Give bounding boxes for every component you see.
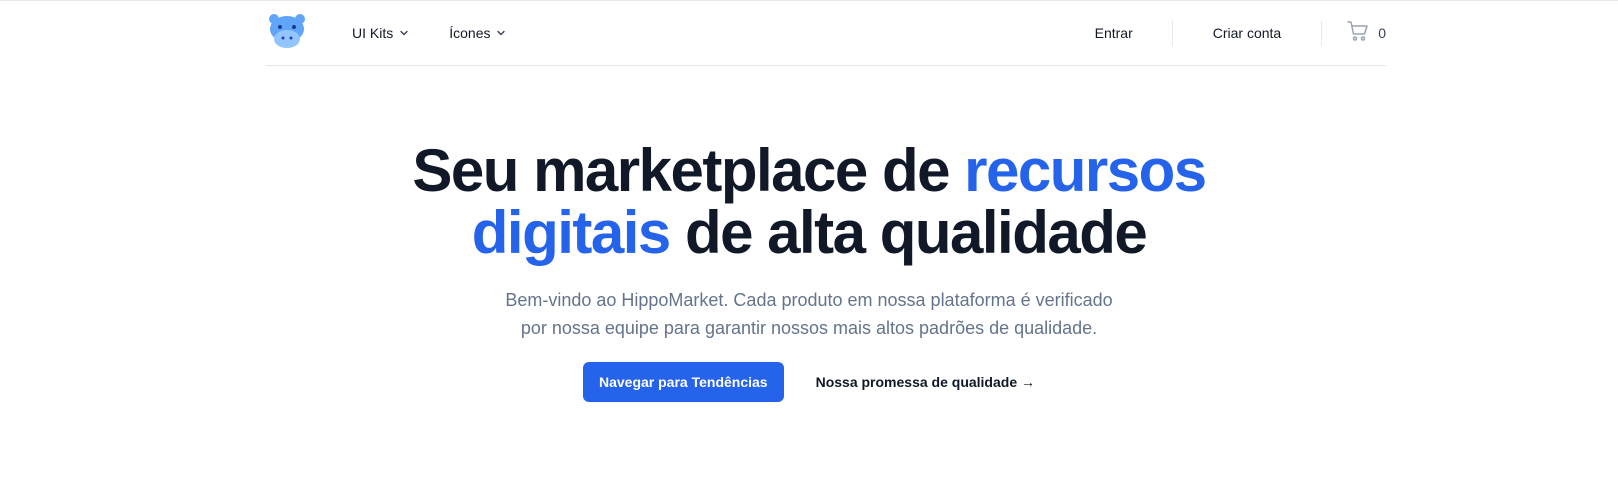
cart-count: 0: [1378, 25, 1386, 41]
menu-label: UI Kits: [352, 25, 394, 41]
chevron-down-icon: [399, 25, 409, 41]
shopping-cart-icon: [1346, 19, 1370, 48]
quality-promise-button[interactable]: Nossa promessa de qualidade →: [816, 362, 1035, 402]
hero-title-start: Seu marketplace de: [412, 137, 965, 204]
menu-icons[interactable]: Ícones: [449, 25, 506, 41]
hero-section: Seu marketplace de recursos digitais de …: [0, 140, 1618, 402]
hero-subtitle: Bem-vindo ao HippoMarket. Cada produto e…: [505, 290, 1113, 338]
divider: [1321, 20, 1323, 46]
chevron-down-icon: [496, 25, 506, 41]
hero-title-end: de alta qualidade: [669, 199, 1148, 266]
main-menu: UI Kits Ícones: [352, 25, 506, 41]
menu-ui-kits[interactable]: UI Kits: [352, 25, 409, 41]
cart-button[interactable]: 0: [1346, 19, 1386, 48]
browse-trending-button[interactable]: Navegar para Tendências: [582, 362, 784, 402]
sign-in-link[interactable]: Entrar: [1095, 25, 1133, 41]
hero-title: Seu marketplace de recursos digitais de …: [399, 140, 1219, 264]
menu-label: Ícones: [449, 25, 491, 41]
navbar: UI Kits Ícones Entrar Criar conta 0: [266, 1, 1386, 66]
account-actions: Entrar Criar conta 0: [1095, 1, 1386, 65]
hero-actions: Navegar para Tendências Nossa promessa d…: [0, 362, 1618, 402]
sign-up-link[interactable]: Criar conta: [1213, 25, 1281, 41]
hippo-icon: [266, 13, 308, 54]
logo[interactable]: [266, 13, 308, 54]
divider: [1171, 20, 1173, 46]
